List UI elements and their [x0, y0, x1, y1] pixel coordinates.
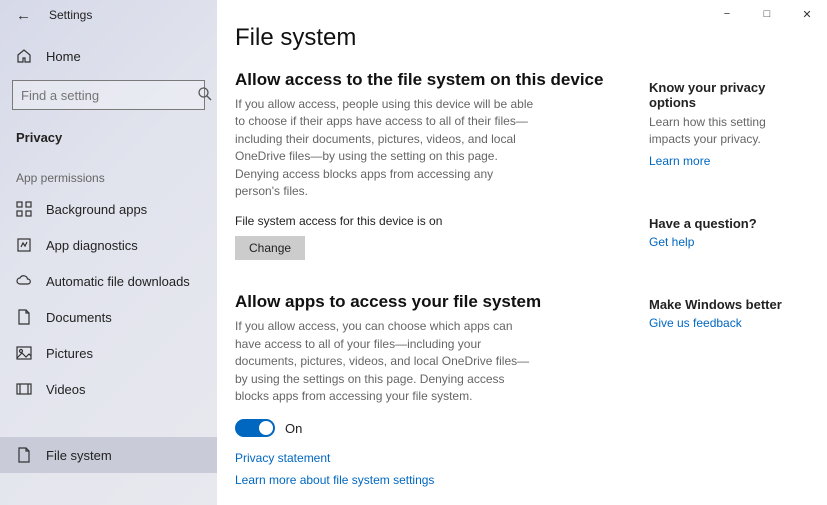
sidebar-item-background-apps[interactable]: Background apps	[0, 191, 217, 227]
search-box[interactable]	[12, 80, 205, 110]
info-heading: Make Windows better	[649, 297, 809, 312]
search-input[interactable]	[21, 88, 197, 103]
access-toggle[interactable]	[235, 419, 275, 437]
learn-more-link[interactable]: Learn more	[649, 154, 809, 168]
sidebar-item-label: Documents	[46, 310, 112, 325]
main-area: File system Allow access to the file sys…	[217, 0, 827, 505]
sidebar-item-label: File system	[46, 448, 112, 463]
section-heading: Allow access to the file system on this …	[235, 70, 631, 90]
feedback-link[interactable]: Give us feedback	[649, 316, 809, 330]
get-help-link[interactable]: Get help	[649, 235, 809, 249]
picture-icon	[16, 345, 32, 361]
change-button[interactable]: Change	[235, 236, 305, 260]
minimize-button[interactable]: −	[707, 0, 747, 28]
content: File system Allow access to the file sys…	[217, 0, 649, 505]
video-icon	[16, 381, 32, 397]
privacy-statement-link[interactable]: Privacy statement	[235, 451, 631, 465]
sidebar-item-label: Pictures	[46, 346, 93, 361]
home-label: Home	[46, 49, 81, 64]
learn-more-settings-link[interactable]: Learn more about file system settings	[235, 473, 631, 487]
grid-icon	[16, 201, 32, 217]
sidebar-item-app-diagnostics[interactable]: App diagnostics	[0, 227, 217, 263]
sidebar-item-label: Automatic file downloads	[46, 274, 190, 289]
sidebar-item-label: Background apps	[46, 202, 147, 217]
window-controls: − □ ✕	[707, 0, 827, 28]
sidebar-item-file-system[interactable]: File system	[0, 437, 217, 473]
sidebar-item-videos[interactable]: Videos	[0, 371, 217, 407]
section-description: If you allow access, people using this d…	[235, 96, 535, 200]
search-icon	[197, 86, 213, 105]
maximize-button[interactable]: □	[747, 0, 787, 28]
sidebar-item-pictures[interactable]: Pictures	[0, 335, 217, 371]
right-panel: Know your privacy options Learn how this…	[649, 0, 827, 505]
home-button[interactable]: Home	[0, 38, 217, 74]
document-icon	[16, 309, 32, 325]
sidebar: ← Settings Home Privacy App permissions …	[0, 0, 217, 505]
back-button[interactable]: ←	[16, 8, 31, 23]
document-icon	[16, 447, 32, 463]
info-text: Learn how this setting impacts your priv…	[649, 114, 809, 148]
access-status: File system access for this device is on	[235, 214, 631, 228]
app-title: Settings	[49, 8, 92, 22]
cloud-icon	[16, 273, 32, 289]
info-heading: Know your privacy options	[649, 80, 809, 110]
toggle-label: On	[285, 421, 302, 436]
title-bar: ← Settings	[0, 0, 217, 30]
home-icon	[16, 48, 32, 64]
section-heading: Allow apps to access your file system	[235, 292, 631, 312]
sidebar-item-automatic-file-downloads[interactable]: Automatic file downloads	[0, 263, 217, 299]
info-heading: Have a question?	[649, 216, 809, 231]
close-button[interactable]: ✕	[787, 0, 827, 28]
page-title: File system	[235, 24, 631, 52]
section-description: If you allow access, you can choose whic…	[235, 318, 535, 405]
sidebar-item-label: Videos	[46, 382, 86, 397]
category-label: Privacy	[0, 116, 217, 151]
section-label: App permissions	[0, 151, 217, 191]
sidebar-item-documents[interactable]: Documents	[0, 299, 217, 335]
sidebar-item-label: App diagnostics	[46, 238, 138, 253]
toggle-row: On	[235, 419, 631, 437]
diagnostics-icon	[16, 237, 32, 253]
